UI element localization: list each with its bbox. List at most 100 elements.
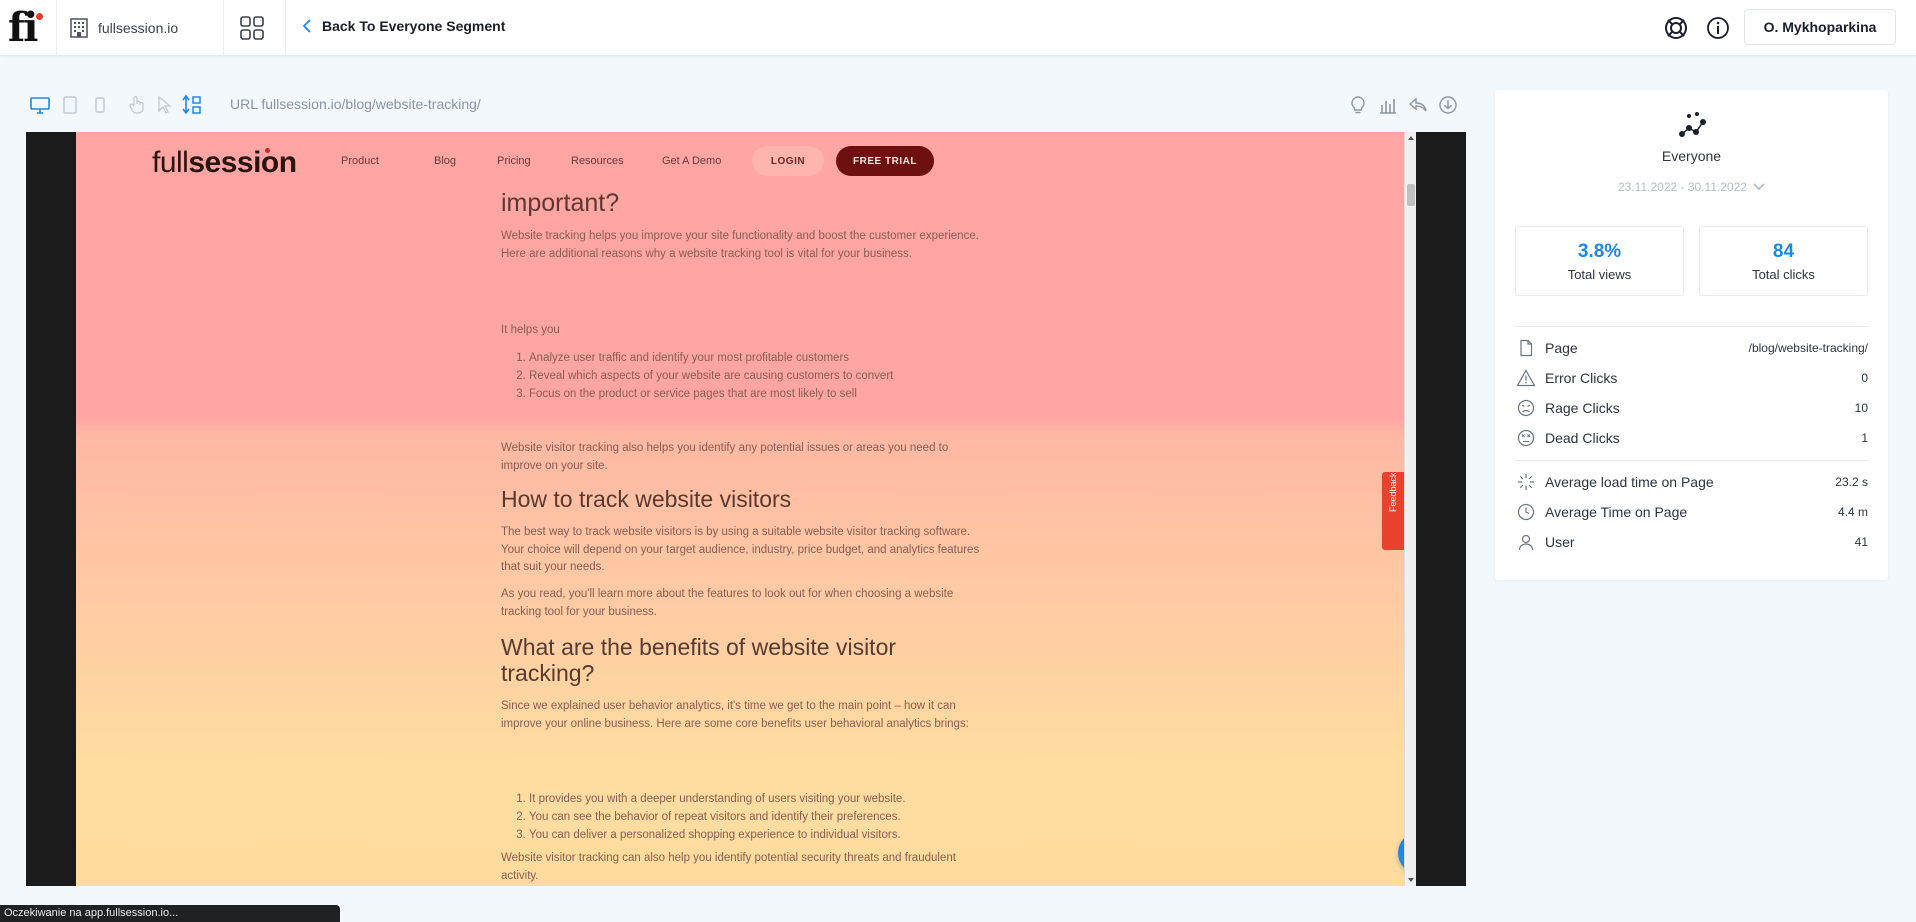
page-url-label: URL fullsession.io/blog/website-tracking… <box>230 96 481 112</box>
list-item: It provides you with a deeper understand… <box>529 790 981 808</box>
chevron-down-icon <box>1753 183 1765 191</box>
angry-face-icon <box>1515 397 1537 419</box>
help-lifebuoy-button[interactable] <box>1662 14 1690 42</box>
list-item: You can deliver a personalized shopping … <box>529 826 981 844</box>
article-heading: What are the benefits of website visitor… <box>501 634 897 686</box>
article-paragraph: Website visitor tracking also helps you … <box>501 442 949 472</box>
bar-chart-icon <box>1380 99 1396 114</box>
download-button[interactable] <box>1436 93 1460 117</box>
click-mode-button[interactable] <box>152 93 176 117</box>
website-page: fullsession Product Blog Pricing Resourc… <box>76 132 1404 886</box>
list-item: Reveal which aspects of your website are… <box>529 367 981 385</box>
nav-get-a-demo[interactable]: Get A Demo <box>662 155 721 167</box>
apps-grid-button[interactable] <box>238 14 266 42</box>
stat-row-rage-clicks: Rage Clicks 10 <box>1515 396 1868 420</box>
desktop-view-button[interactable] <box>28 93 52 117</box>
feedback-tab[interactable]: Feedback <box>1382 472 1404 550</box>
loading-icon <box>1515 471 1537 493</box>
info-icon <box>1707 17 1729 39</box>
article-paragraph: It helps you <box>501 324 560 336</box>
total-clicks-value: 84 <box>1772 241 1795 262</box>
browser-status-bar: Oczekiwanie na app.fullsession.io... <box>0 905 340 922</box>
website-login-button[interactable]: LOGIN <box>752 146 824 176</box>
share-button[interactable] <box>1406 93 1430 117</box>
page-icon <box>1515 337 1537 359</box>
website-free-trial-button[interactable]: FREE TRIAL <box>836 146 934 176</box>
insights-button[interactable] <box>1346 93 1370 117</box>
nav-blog[interactable]: Blog <box>434 155 456 167</box>
total-clicks-label: Total clicks <box>1752 267 1815 282</box>
article-paragraph: Since we explained user behavior analyti… <box>501 700 969 730</box>
article-paragraph: Website tracking helps you improve your … <box>501 230 979 260</box>
stats-panel: Everyone 23.11.2022 - 30.11.2022 3.8% To… <box>1495 90 1888 580</box>
stat-row-dead-clicks: Dead Clicks 1 <box>1515 426 1868 450</box>
tablet-icon <box>63 96 77 114</box>
stat-row-user: User 41 <box>1515 530 1868 554</box>
list-item: You can see the behavior of repeat visit… <box>529 808 981 826</box>
segment-name: Everyone <box>1661 148 1722 164</box>
stat-row-error-clicks: Error Clicks 0 <box>1515 366 1868 390</box>
building-icon <box>70 18 88 38</box>
lightbulb-icon <box>1351 96 1365 114</box>
mobile-view-button[interactable] <box>88 93 112 117</box>
segment-icon <box>1677 110 1707 140</box>
total-clicks-card: 84 Total clicks <box>1699 226 1868 296</box>
header-divider <box>223 0 224 56</box>
scroll-thumb[interactable] <box>1407 184 1415 206</box>
site-name: fullsession.io <box>98 20 179 36</box>
user-icon <box>1515 531 1537 553</box>
website-logo[interactable]: fullsession <box>152 146 297 180</box>
app-logo[interactable]: fi <box>8 4 48 52</box>
dead-face-icon <box>1515 427 1537 449</box>
stat-row-average-load-time: Average load time on Page 23.2 s <box>1515 470 1868 494</box>
lifebuoy-icon <box>1665 17 1687 39</box>
cursor-icon <box>158 95 172 114</box>
header-divider <box>285 0 286 56</box>
nav-resources[interactable]: Resources <box>571 155 624 167</box>
list-item: Analyze user traffic and identify your m… <box>529 349 981 367</box>
scroll-mode-button[interactable] <box>180 93 204 117</box>
scroll-icon <box>182 94 201 115</box>
scroll-up-arrow[interactable] <box>1408 136 1414 140</box>
article-heading: important? <box>501 189 620 217</box>
site-selector[interactable]: fullsession.io <box>68 16 178 40</box>
desktop-icon <box>30 97 50 114</box>
top-header: fi fullsession.io Back To Everyone Segme… <box>0 0 1916 56</box>
heatmap-toolbar: URL fullsession.io/blog/website-tracking… <box>26 90 1462 120</box>
stat-row-page: Page /blog/website-tracking/ <box>1515 336 1868 360</box>
article-list: Analyze user traffic and identify your m… <box>501 349 981 403</box>
nav-pricing[interactable]: Pricing <box>497 155 531 167</box>
heatmap-preview[interactable]: fullsession Product Blog Pricing Resourc… <box>26 132 1466 886</box>
tablet-view-button[interactable] <box>58 93 82 117</box>
warning-icon <box>1515 367 1537 389</box>
list-item: Focus on the product or service pages th… <box>529 385 981 403</box>
total-views-label: Total views <box>1567 267 1632 282</box>
clock-icon <box>1515 501 1537 523</box>
panel-divider <box>1515 326 1868 327</box>
total-views-value: 3.8% <box>1577 241 1622 262</box>
total-views-card: 3.8% Total views <box>1515 226 1684 296</box>
stat-row-average-time: Average Time on Page 4.4 m <box>1515 500 1868 524</box>
chevron-left-icon <box>302 19 311 33</box>
scroll-down-arrow[interactable] <box>1408 878 1414 882</box>
article-heading: How to track website visitors <box>501 486 792 512</box>
download-icon <box>1439 96 1457 114</box>
tap-icon <box>129 95 144 114</box>
user-menu-button[interactable]: O. Mykhoparkina <box>1744 9 1896 45</box>
article-list: It provides you with a deeper understand… <box>501 790 981 844</box>
tap-mode-button[interactable] <box>124 93 148 117</box>
mobile-icon <box>95 97 105 113</box>
share-icon <box>1408 97 1427 112</box>
header-divider <box>56 0 57 56</box>
date-range-picker[interactable]: 23.11.2022 - 30.11.2022 <box>1495 180 1888 194</box>
analytics-button[interactable] <box>1376 93 1400 117</box>
website-navbar: fullsession Product Blog Pricing Resourc… <box>76 132 1404 188</box>
nav-product[interactable]: Product <box>341 155 379 167</box>
article-paragraph: As you read, you'll learn more about the… <box>501 588 954 618</box>
back-to-segment-link[interactable]: Back To Everyone Segment <box>302 18 505 34</box>
grid-icon <box>240 16 264 40</box>
article-paragraph: Website visitor tracking can also help y… <box>501 852 956 882</box>
info-button[interactable] <box>1704 14 1732 42</box>
article-paragraph: The best way to track website visitors i… <box>501 526 980 573</box>
preview-scrollbar[interactable] <box>1404 132 1416 886</box>
